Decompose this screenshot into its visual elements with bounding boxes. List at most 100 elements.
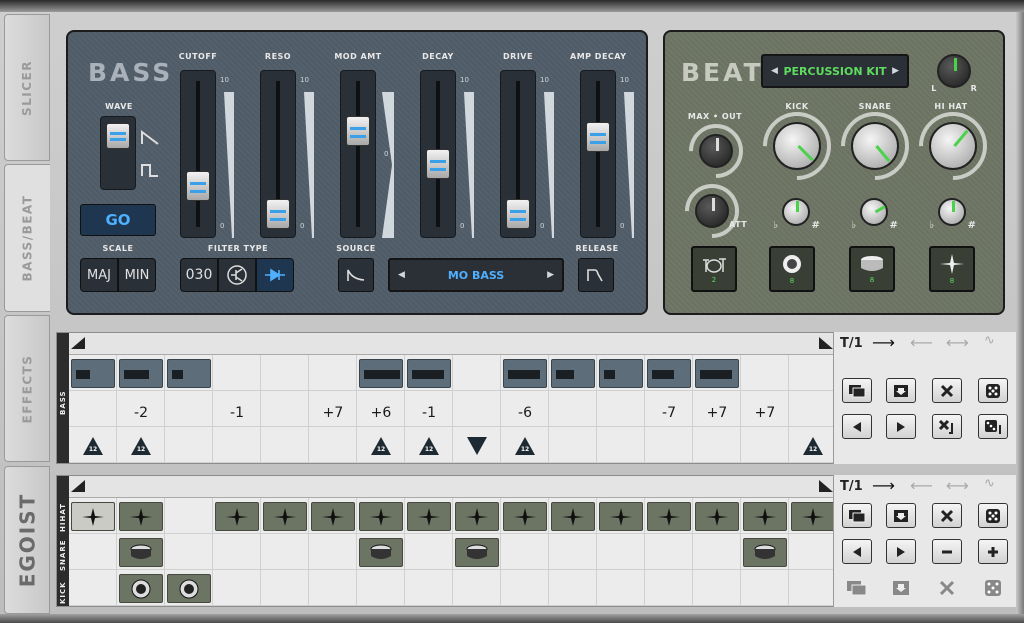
beat-shift-right-button[interactable]: [886, 539, 916, 564]
beat-cell[interactable]: [789, 570, 837, 606]
kick-step[interactable]: [167, 574, 211, 603]
fader-thumb-4[interactable]: [506, 198, 530, 229]
beat-ruler[interactable]: [69, 476, 834, 498]
beat-cell[interactable]: [213, 534, 261, 570]
beat-cell[interactable]: [453, 570, 501, 606]
bass-note-block[interactable]: [551, 359, 595, 388]
bass-semitone-value[interactable]: -6: [501, 405, 549, 421]
bass-semitone-value[interactable]: -1: [405, 405, 453, 421]
loop-end-marker-icon[interactable]: [819, 337, 833, 349]
beat-cell[interactable]: [309, 534, 357, 570]
beat-cell[interactable]: [645, 534, 693, 570]
ghost-clear-button[interactable]: [932, 575, 962, 600]
bass-cell[interactable]: [549, 391, 597, 427]
filter-transistor-button[interactable]: [218, 258, 256, 292]
beat-cell[interactable]: [357, 570, 405, 606]
bass-ruler[interactable]: [69, 333, 834, 355]
beat-random-direction-icon[interactable]: ∿: [984, 476, 995, 491]
beat-cell[interactable]: [69, 570, 117, 606]
kick-level-knob[interactable]: [773, 122, 821, 170]
octave-up-marker[interactable]: 12: [370, 436, 392, 456]
bass-cell[interactable]: [453, 355, 501, 391]
bass-cell[interactable]: [165, 391, 213, 427]
beat-cell[interactable]: [69, 534, 117, 570]
hihat-step[interactable]: [695, 502, 739, 531]
kit-next-icon[interactable]: ▶: [892, 66, 899, 76]
hihat-pad[interactable]: 8: [929, 246, 975, 292]
beat-cell[interactable]: [261, 534, 309, 570]
bass-cell[interactable]: [261, 391, 309, 427]
fader-thumb-3[interactable]: [426, 148, 450, 179]
ghost-dice-button[interactable]: [978, 575, 1008, 600]
hihat-step[interactable]: [791, 502, 835, 531]
kick-step[interactable]: [119, 574, 163, 603]
drum-kit-pad[interactable]: 2: [691, 246, 737, 292]
bass-cell[interactable]: [597, 391, 645, 427]
max-out-knob[interactable]: [699, 134, 733, 168]
bass-semitone-value[interactable]: -7: [645, 405, 693, 421]
beat-clear-button[interactable]: [932, 503, 962, 528]
beat-minus-button[interactable]: [932, 539, 962, 564]
beat-cell[interactable]: [165, 534, 213, 570]
beat-loop-start-icon[interactable]: [71, 480, 85, 492]
bass-shift-right-button[interactable]: [886, 414, 916, 439]
hihat-step[interactable]: [647, 502, 691, 531]
octave-up-marker[interactable]: 12: [82, 436, 104, 456]
snare-step[interactable]: [455, 538, 499, 567]
bass-semitone-value[interactable]: +7: [741, 405, 789, 421]
beat-loop-end-icon[interactable]: [819, 480, 833, 492]
bass-semitone-value[interactable]: +7: [309, 405, 357, 421]
loop-start-marker-icon[interactable]: [71, 337, 85, 349]
kit-selector[interactable]: ◀ PERCUSSION KIT ▶: [761, 54, 909, 88]
tab-effects[interactable]: EFFECTS: [4, 315, 50, 462]
fader-2[interactable]: [340, 70, 376, 238]
bass-note-block[interactable]: [503, 359, 547, 388]
hihat-step[interactable]: [215, 502, 259, 531]
snare-level-knob[interactable]: [851, 122, 899, 170]
bass-note-block[interactable]: [119, 359, 163, 388]
beat-cell[interactable]: [789, 534, 837, 570]
bass-tempo-label[interactable]: T/1: [840, 336, 863, 351]
bass-cell[interactable]: [309, 427, 357, 463]
fader-thumb-0[interactable]: [186, 170, 210, 201]
scale-minor-button[interactable]: MIN: [118, 258, 156, 292]
att-knob[interactable]: [695, 194, 729, 228]
beat-cell[interactable]: [261, 570, 309, 606]
beat-cell[interactable]: [213, 570, 261, 606]
hihat-step[interactable]: [263, 502, 307, 531]
fader-0[interactable]: [180, 70, 216, 238]
snare-step[interactable]: [743, 538, 787, 567]
bass-cell[interactable]: [261, 427, 309, 463]
bass-cell[interactable]: [453, 391, 501, 427]
beat-randomize-button[interactable]: [978, 503, 1008, 528]
snare-step[interactable]: [359, 538, 403, 567]
bass-cell[interactable]: [69, 391, 117, 427]
ghost-copy-button[interactable]: [842, 575, 872, 600]
mod-source-selector[interactable]: ◀ MO BASS ▶: [388, 258, 564, 292]
bass-note-block[interactable]: [695, 359, 739, 388]
bass-copy-button[interactable]: [842, 378, 872, 403]
beat-paste-button[interactable]: [886, 503, 916, 528]
octave-down-marker[interactable]: [466, 436, 488, 456]
forward-arrow-icon[interactable]: ⟶: [872, 333, 895, 352]
ghost-paste-button[interactable]: [886, 575, 916, 600]
bass-clear-button[interactable]: [932, 378, 962, 403]
scale-major-button[interactable]: MAJ: [80, 258, 118, 292]
hihat-level-knob[interactable]: [929, 122, 977, 170]
bass-cell[interactable]: [213, 427, 261, 463]
hihat-step[interactable]: [599, 502, 643, 531]
pan-knob[interactable]: [937, 54, 971, 88]
hihat-step[interactable]: [119, 502, 163, 531]
reverse-arrow-icon[interactable]: ⟵: [910, 333, 933, 352]
fader-thumb-2[interactable]: [346, 115, 370, 146]
beat-cell[interactable]: [645, 570, 693, 606]
kit-prev-icon[interactable]: ◀: [771, 66, 778, 76]
bass-cell[interactable]: [309, 355, 357, 391]
bass-note-block[interactable]: [71, 359, 115, 388]
bass-clear-notes-button[interactable]: [932, 414, 962, 439]
bass-cell[interactable]: [165, 427, 213, 463]
bass-cell[interactable]: [741, 355, 789, 391]
release-button[interactable]: [578, 258, 614, 292]
bass-semitone-value[interactable]: +7: [693, 405, 741, 421]
fader-1[interactable]: [260, 70, 296, 238]
